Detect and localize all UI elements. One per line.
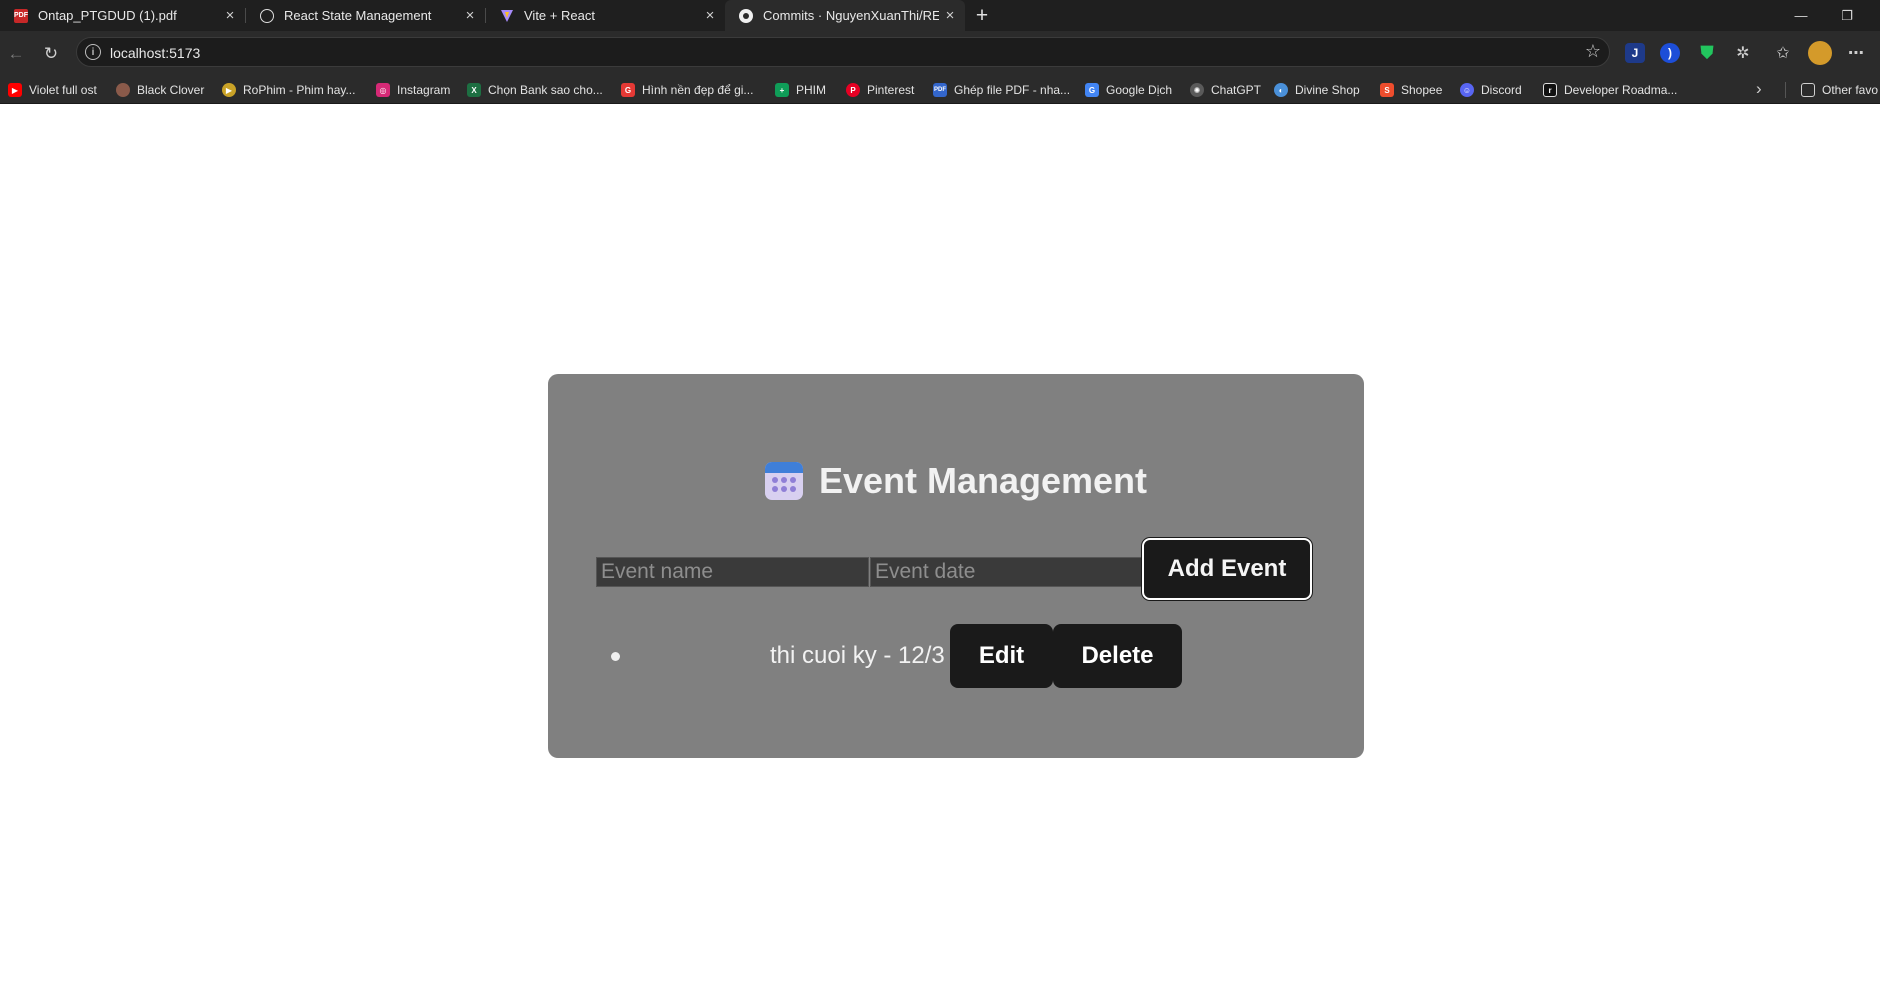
tab-pdf[interactable]: PDF Ontap_PTGDUD (1).pdf ×	[0, 0, 245, 31]
event-list: thi cuoi ky - 12/3 Edit Delete	[548, 624, 1364, 688]
bookmark-black-clover[interactable]: Black Clover	[116, 81, 204, 99]
bookmark-label: Google Dịch	[1106, 83, 1173, 97]
favorites-icon[interactable]: ✩	[1773, 43, 1793, 63]
close-tab-icon[interactable]: ×	[699, 7, 721, 24]
tab-react-state[interactable]: React State Management ×	[246, 0, 485, 31]
delete-button[interactable]: Delete	[1053, 624, 1182, 688]
bullet-marker	[611, 652, 620, 661]
bookmark-label: Instagram	[397, 83, 451, 97]
tab-title: Ontap_PTGDUD (1).pdf	[38, 8, 177, 23]
site-info-icon[interactable]: i	[85, 44, 101, 60]
pinterest-icon: P	[846, 83, 860, 97]
bookmark-label: Shopee	[1401, 83, 1443, 97]
bookmark-label: PHIM	[796, 83, 826, 97]
bookmark-label: Hình nền đẹp để gi...	[642, 83, 754, 97]
bookmark-rophim[interactable]: ▶ RoPhim - Phim hay...	[222, 81, 355, 99]
bookmark-shopee[interactable]: S Shopee	[1380, 81, 1442, 99]
new-tab-button[interactable]: +	[970, 0, 994, 31]
bookmark-violet[interactable]: ▶ Violet full ost	[8, 81, 97, 99]
bookmark-developer-roadmap[interactable]: r Developer Roadma...	[1543, 81, 1677, 99]
extensions-puzzle-icon[interactable]: ✲	[1733, 43, 1753, 63]
title-row: Event Management	[548, 460, 1364, 502]
excel-icon: X	[467, 83, 481, 97]
sheets-icon: +	[775, 83, 789, 97]
bookmark-instagram[interactable]: ◎ Instagram	[376, 81, 450, 99]
chevron-right-icon[interactable]: ›	[1756, 79, 1762, 99]
edit-button[interactable]: Edit	[950, 624, 1053, 688]
more-menu-icon[interactable]: ⋯	[1846, 43, 1866, 63]
bookmark-label: Divine Shop	[1295, 83, 1360, 97]
anime-icon	[116, 83, 130, 97]
bookmark-pinterest[interactable]: P Pinterest	[846, 81, 914, 99]
tab-github-commits[interactable]: Commits · NguyenXuanThi/REACT ×	[725, 0, 965, 31]
bookmark-ghep-pdf[interactable]: PDF Ghép file PDF - nha...	[933, 81, 1070, 99]
youtube-icon: ▶	[8, 83, 22, 97]
bookmark-hinh-nen[interactable]: G Hình nền đẹp để gi...	[621, 81, 753, 99]
pdf-icon: PDF	[14, 8, 28, 23]
github-icon	[739, 8, 753, 23]
tab-strip: PDF Ontap_PTGDUD (1).pdf × React State M…	[0, 0, 1880, 31]
bookmark-label: Violet full ost	[29, 83, 97, 97]
extension-j-icon[interactable]: J	[1625, 43, 1645, 63]
bookmark-label: Ghép file PDF - nha...	[954, 83, 1071, 97]
extension-audio-icon[interactable]: )	[1660, 43, 1680, 63]
bookmark-divider	[1785, 82, 1786, 98]
minimize-button[interactable]: —	[1780, 0, 1822, 31]
pdf24-icon: PDF	[933, 83, 947, 97]
divine-icon: ◐	[1274, 83, 1288, 97]
profile-avatar[interactable]	[1808, 41, 1832, 65]
bookmark-chatgpt[interactable]: ✺ ChatGPT	[1190, 81, 1261, 99]
rophim-icon: ▶	[222, 83, 236, 97]
restore-button[interactable]: ❐	[1826, 0, 1868, 31]
g-icon: G	[621, 83, 635, 97]
url-text[interactable]: localhost:5173	[110, 45, 200, 61]
close-tab-icon[interactable]: ×	[939, 7, 961, 24]
page-viewport: Event Management Add Event thi cuoi ky -…	[0, 104, 1880, 1008]
add-event-button[interactable]: Add Event	[1142, 538, 1312, 600]
bookmark-label: Developer Roadma...	[1564, 83, 1678, 97]
bookmark-divine-shop[interactable]: ◐ Divine Shop	[1274, 81, 1360, 99]
discord-icon: ☺	[1460, 83, 1474, 97]
bookmark-google-dich[interactable]: G Google Dịch	[1085, 81, 1172, 99]
instagram-icon: ◎	[376, 83, 390, 97]
bookmarks-bar: ▶ Violet full ost Black Clover ▶ RoPhim - …	[0, 76, 1880, 104]
bookmark-label: Other favo	[1822, 83, 1879, 97]
page-title: Event Management	[818, 460, 1148, 501]
bookmark-label: RoPhim - Phim hay...	[243, 83, 356, 97]
shield-icon[interactable]: ⛊	[1697, 43, 1717, 63]
close-tab-icon[interactable]: ×	[219, 7, 241, 24]
bookmark-chon-bank[interactable]: X Chọn Bank sao cho...	[467, 81, 603, 99]
reload-icon[interactable]: ↻	[39, 42, 63, 66]
address-bar[interactable]: i localhost:5173 ☆	[76, 37, 1610, 67]
event-date-input[interactable]	[870, 557, 1142, 587]
tab-title: React State Management	[284, 8, 432, 23]
calendar-icon	[764, 462, 803, 500]
close-tab-icon[interactable]: ×	[459, 7, 481, 24]
bookmark-label: Discord	[1481, 83, 1522, 97]
roadmap-icon: r	[1543, 83, 1557, 97]
bookmark-other-favorites[interactable]: Other favo	[1801, 81, 1878, 99]
event-name-input[interactable]	[596, 557, 869, 587]
bookmark-label: Pinterest	[867, 83, 915, 97]
event-management-card: Event Management Add Event thi cuoi ky -…	[548, 374, 1364, 758]
back-icon[interactable]: ←	[4, 42, 28, 66]
navigation-bar: ← ↻ i localhost:5173 ☆ J ) ⛊ ✲ ✩ ⋯	[0, 31, 1880, 76]
folder-icon	[1801, 83, 1815, 97]
event-text: thi cuoi ky - 12/3	[770, 642, 945, 669]
shopee-icon: S	[1380, 83, 1394, 97]
tab-vite-react[interactable]: Vite + React ×	[486, 0, 725, 31]
bookmark-phim[interactable]: + PHIM	[775, 81, 826, 99]
tab-title: Vite + React	[524, 8, 595, 23]
bookmark-label: Chọn Bank sao cho...	[488, 83, 603, 97]
bookmark-label: Black Clover	[137, 83, 205, 97]
bookmark-discord[interactable]: ☺ Discord	[1460, 81, 1522, 99]
chatgpt-icon: ✺	[1190, 83, 1204, 97]
chatgpt-icon	[260, 8, 274, 23]
bookmark-label: ChatGPT	[1211, 83, 1262, 97]
vite-icon	[500, 9, 514, 23]
favorite-star-icon[interactable]: ☆	[1585, 41, 1601, 62]
tab-title: Commits · NguyenXuanThi/REACT	[763, 8, 939, 23]
translate-icon: G	[1085, 83, 1099, 97]
